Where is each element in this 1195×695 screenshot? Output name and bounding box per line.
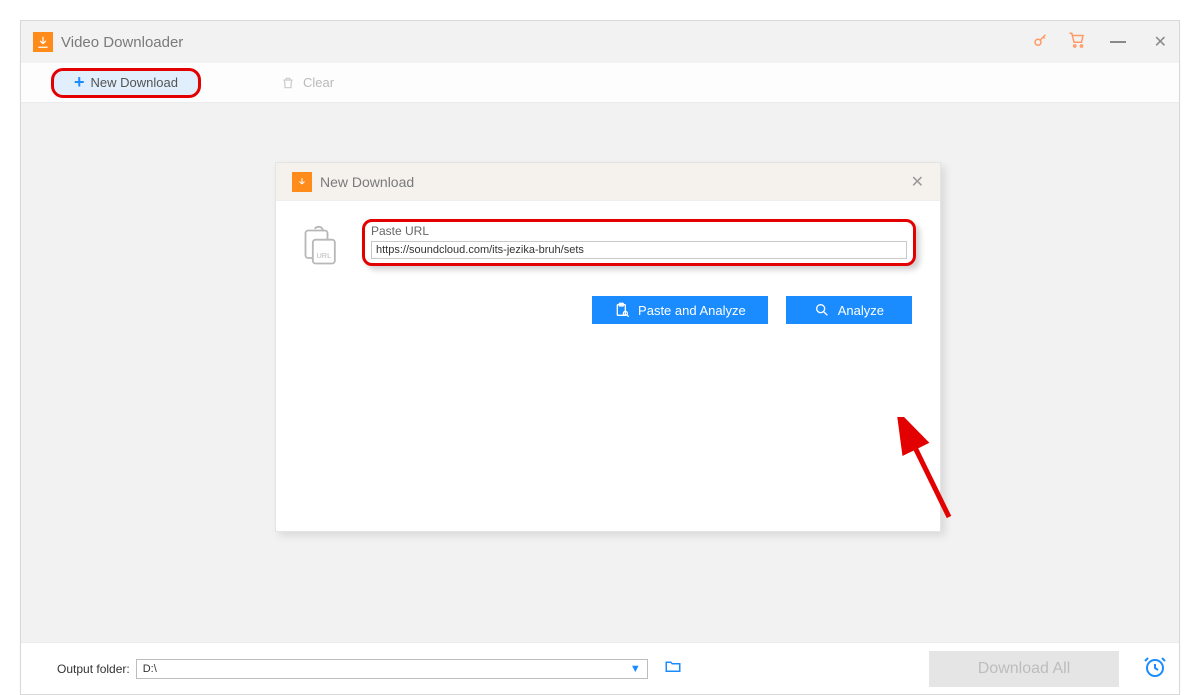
- download-all-label: Download All: [978, 660, 1071, 678]
- plus-icon: +: [74, 72, 85, 93]
- output-folder-select[interactable]: D:\ ▼: [136, 659, 648, 679]
- url-input[interactable]: [371, 241, 907, 259]
- paste-analyze-button[interactable]: Paste and Analyze: [592, 296, 768, 324]
- window-controls: ✕: [1110, 32, 1167, 52]
- output-folder-label: Output folder:: [57, 662, 130, 676]
- app-window: Video Downloader ✕ + New Download Clear: [20, 20, 1180, 695]
- download-all-button[interactable]: Download All: [929, 651, 1119, 687]
- chevron-down-icon: ▼: [630, 663, 641, 675]
- dialog-header: New Download ✕: [276, 163, 940, 201]
- url-label: Paste URL: [371, 224, 907, 238]
- search-icon: [814, 302, 830, 318]
- clear-button[interactable]: Clear: [281, 75, 334, 91]
- dialog-app-icon: [292, 172, 312, 192]
- new-download-label: New Download: [91, 75, 178, 90]
- clear-label: Clear: [303, 75, 334, 90]
- app-title: Video Downloader: [61, 34, 1032, 51]
- open-folder-button[interactable]: [662, 657, 684, 680]
- new-download-dialog: New Download ✕ URL Paste URL: [275, 162, 941, 532]
- clipboard-search-icon: [614, 302, 630, 318]
- tab-row: + New Download Clear: [21, 63, 1179, 103]
- analyze-button[interactable]: Analyze: [786, 296, 912, 324]
- svg-text:URL: URL: [316, 251, 331, 260]
- main-area: New Download ✕ URL Paste URL: [27, 107, 1173, 642]
- new-download-tab[interactable]: + New Download: [51, 68, 201, 98]
- dialog-close-button[interactable]: ✕: [911, 172, 924, 192]
- scheduler-button[interactable]: [1143, 655, 1167, 684]
- trash-icon: [281, 75, 295, 91]
- alarm-clock-icon: [1143, 655, 1167, 679]
- bottom-bar: Output folder: D:\ ▼ Download All: [21, 642, 1179, 694]
- url-icon: URL: [300, 219, 348, 274]
- title-bar-actions: [1032, 31, 1086, 54]
- dialog-button-row: Paste and Analyze Analyze: [300, 296, 916, 324]
- cart-icon[interactable]: [1068, 31, 1086, 54]
- key-icon[interactable]: [1032, 31, 1050, 54]
- minimize-button[interactable]: [1110, 41, 1126, 43]
- dialog-body: URL Paste URL Paste and Analyze: [276, 201, 940, 342]
- url-field-group: Paste URL: [362, 219, 916, 266]
- app-icon: [33, 32, 53, 52]
- url-row: URL Paste URL: [300, 219, 916, 274]
- output-folder-value: D:\: [143, 663, 157, 675]
- folder-icon: [662, 657, 684, 675]
- close-button[interactable]: ✕: [1154, 32, 1167, 52]
- title-bar: Video Downloader ✕: [21, 21, 1179, 63]
- analyze-label: Analyze: [838, 303, 884, 318]
- paste-analyze-label: Paste and Analyze: [638, 303, 746, 318]
- dialog-title: New Download: [320, 174, 911, 190]
